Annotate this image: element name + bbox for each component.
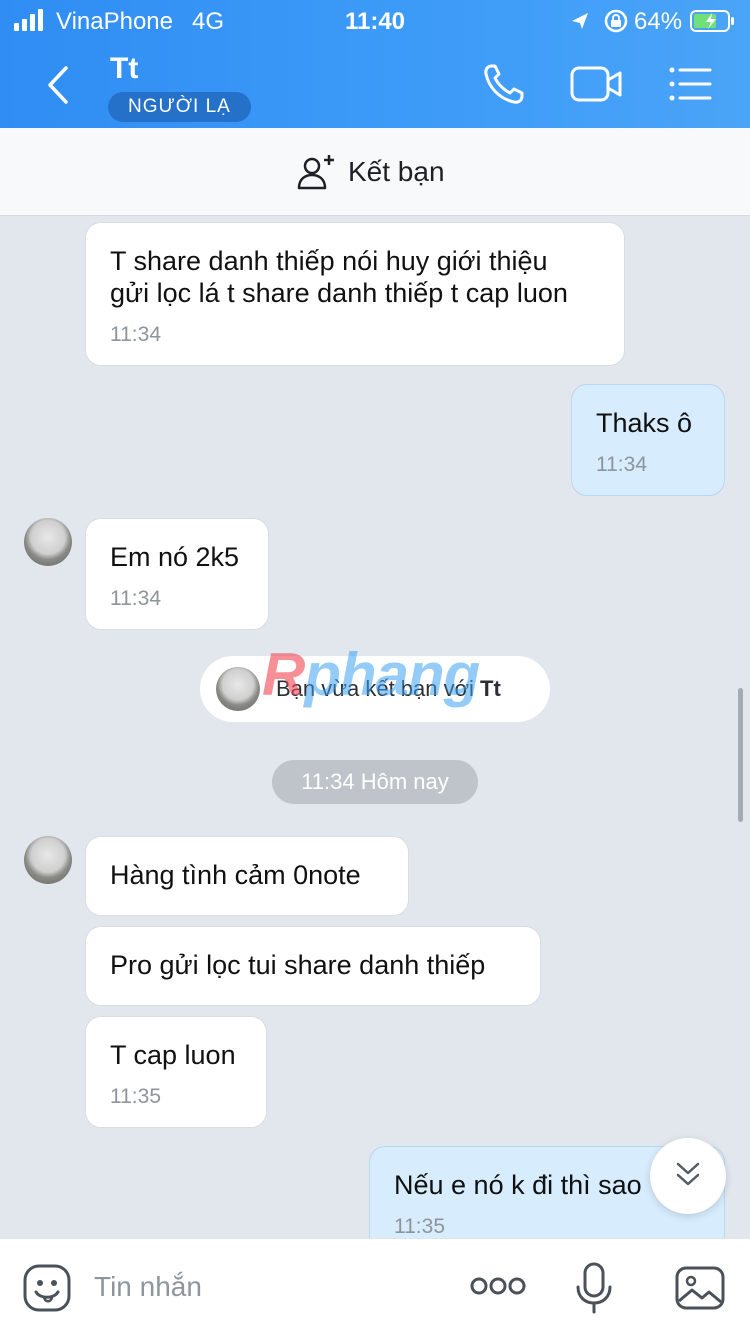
message-text: Thaks ô	[596, 408, 693, 438]
date-separator: 11:34 Hôm nay	[272, 760, 478, 804]
watermark-text: phang	[304, 641, 480, 708]
chat-title[interactable]: Tt	[110, 52, 138, 86]
watermark-initial: R	[262, 641, 305, 708]
message-bubble[interactable]: Hàng tình cảm 0note	[85, 836, 409, 916]
message-time: 11:34	[596, 453, 647, 476]
image-icon[interactable]	[674, 1265, 726, 1311]
message-input[interactable]	[94, 1267, 434, 1307]
scrollbar[interactable]	[738, 688, 743, 822]
message-bubble[interactable]: T share danh thiếp nói huy giới thiệu gử…	[85, 222, 625, 366]
message-text: Pro gửi lọc tui share danh thiếp	[110, 950, 486, 980]
message-bubble[interactable]: Pro gửi lọc tui share danh thiếp	[85, 926, 541, 1006]
header-bar: VinaPhone 4G 11:40 64% Tt NGƯỜI LẠ	[0, 0, 750, 128]
double-chevron-down-icon	[676, 1162, 700, 1186]
watermark: Rphang	[262, 640, 480, 709]
stranger-badge: NGƯỜI LẠ	[108, 92, 251, 122]
avatar[interactable]	[24, 836, 72, 884]
message-time: 11:34	[110, 587, 161, 610]
back-icon[interactable]	[40, 62, 80, 108]
add-friend-label: Kết bạn	[348, 156, 445, 187]
message-text: Hàng tình cảm 0note	[110, 860, 361, 890]
more-options-icon[interactable]	[470, 1271, 526, 1301]
video-call-icon[interactable]	[568, 58, 624, 110]
message-bubble[interactable]: Em nó 2k5 11:34	[85, 518, 269, 630]
status-bar: VinaPhone 4G 11:40 64%	[0, 0, 750, 42]
battery-icon	[690, 10, 734, 32]
message-time: 11:35	[394, 1215, 445, 1238]
microphone-icon[interactable]	[574, 1261, 614, 1315]
add-friend-button[interactable]: Kết bạn	[296, 150, 445, 194]
phone-icon[interactable]	[478, 58, 534, 110]
menu-icon[interactable]	[662, 58, 718, 110]
avatar[interactable]	[24, 518, 72, 566]
message-time: 11:35	[110, 1085, 161, 1108]
emoji-icon[interactable]	[22, 1263, 72, 1313]
add-friend-bar: Kết bạn	[0, 128, 750, 216]
message-bubble[interactable]: T cap luon 11:35	[85, 1016, 267, 1128]
notice-name: Tt	[480, 676, 501, 701]
message-bubble-sent[interactable]: Thaks ô 11:34	[571, 384, 725, 496]
chat-area[interactable]: T share danh thiếp nói huy giới thiệu gử…	[0, 216, 750, 1238]
message-text: T cap luon	[110, 1040, 236, 1070]
add-user-icon	[297, 155, 334, 190]
message-time: 11:34	[110, 323, 161, 346]
message-text: T share danh thiếp nói huy giới thiệu gử…	[110, 246, 568, 308]
battery-percent: 64%	[634, 8, 683, 35]
message-text: Em nó 2k5	[110, 542, 240, 572]
scroll-to-bottom-button[interactable]	[650, 1138, 726, 1214]
message-input-bar	[0, 1238, 750, 1334]
location-lock-icons	[572, 9, 628, 33]
avatar	[216, 667, 260, 711]
